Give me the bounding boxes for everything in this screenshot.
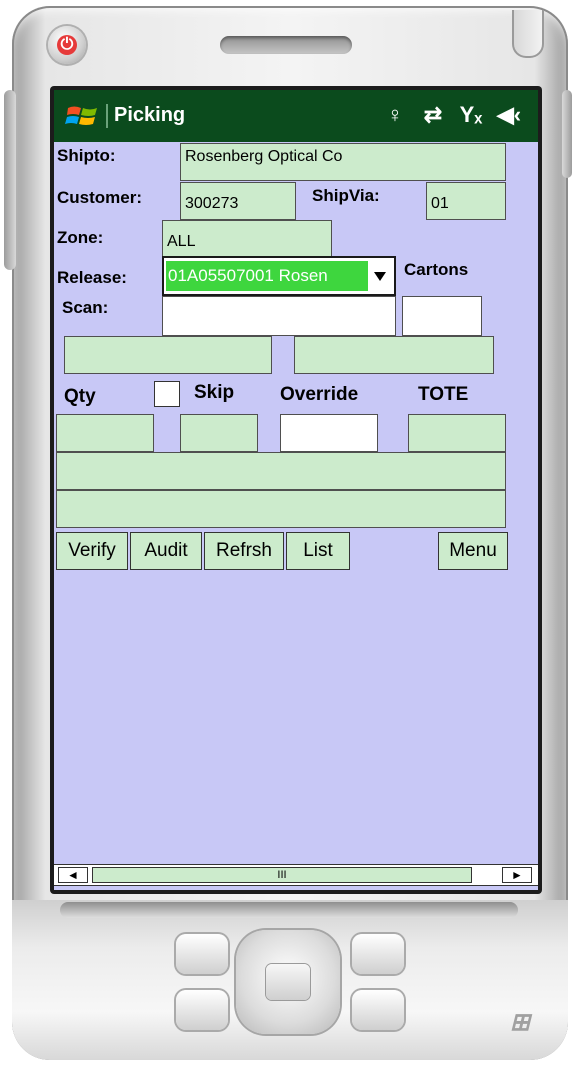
scroll-left-arrow-icon[interactable]: ◄ <box>58 867 88 883</box>
customer-label: Customer: <box>57 188 143 207</box>
shipto-field: Rosenberg Optical Co <box>180 143 506 181</box>
horizontal-scrollbar[interactable]: ◄ III ► <box>54 864 538 886</box>
refresh-button[interactable]: Refrsh <box>204 532 284 570</box>
zone-label: Zone: <box>57 228 104 247</box>
hardware-bar <box>60 902 518 918</box>
override-input[interactable] <box>280 414 378 452</box>
dpad[interactable] <box>236 930 340 1034</box>
release-selected-value: 01A05507001 Rosen <box>166 261 368 291</box>
shipvia-label: ShipVia: <box>312 186 380 205</box>
release-dropdown[interactable]: 01A05507001 Rosen <box>162 256 396 296</box>
dpad-center-button[interactable] <box>266 964 310 1000</box>
skip-field <box>180 414 258 452</box>
status-icons: ♀ ⇄ Yₓ ◀‹ <box>382 102 522 128</box>
list-button[interactable]: List <box>286 532 350 570</box>
power-button[interactable]: ⏻ <box>48 26 86 64</box>
title-separator <box>106 104 108 128</box>
cartons-label: Cartons <box>404 260 469 279</box>
chevron-down-icon[interactable] <box>374 272 386 281</box>
tote-field <box>408 414 506 452</box>
description-field-2 <box>56 490 506 528</box>
override-label: Override <box>280 384 359 405</box>
scroll-right-arrow-icon[interactable]: ► <box>502 867 532 883</box>
end-call-red-icon[interactable] <box>352 990 404 1030</box>
app-title: Picking <box>114 104 186 126</box>
customer-field: 300273 <box>180 182 296 220</box>
description-field-1 <box>56 452 506 490</box>
release-label: Release: <box>57 268 127 287</box>
scroll-thumb[interactable]: III <box>92 867 472 883</box>
qty-label: Qty <box>64 386 96 407</box>
tote-label: TOTE <box>418 384 469 405</box>
cartons-input[interactable] <box>402 296 482 336</box>
call-green-icon[interactable] <box>176 990 228 1030</box>
screen: Picking ♀ ⇄ Yₓ ◀‹ Shipto: Rosenberg Opti… <box>54 90 538 890</box>
windows-logo-icon: ⊞ <box>510 1009 531 1036</box>
volume-mute-icon[interactable]: ◀‹ <box>496 102 522 128</box>
info-field-right <box>294 336 494 374</box>
signal-off-icon[interactable]: Yₓ <box>458 102 484 128</box>
speaker-grille <box>220 36 352 54</box>
side-button-left[interactable] <box>4 90 16 270</box>
stylus-slot <box>512 10 544 58</box>
shipvia-field: 01 <box>426 182 506 220</box>
menu-button[interactable]: Menu <box>438 532 508 570</box>
info-field-left <box>64 336 272 374</box>
power-icon: ⏻ <box>57 35 77 55</box>
skip-checkbox[interactable] <box>154 381 180 407</box>
verify-button[interactable]: Verify <box>56 532 128 570</box>
calendar-key-icon[interactable] <box>352 934 404 974</box>
antenna-icon[interactable]: ♀ <box>382 102 408 128</box>
contacts-key-icon[interactable] <box>176 934 228 974</box>
audit-button[interactable]: Audit <box>130 532 202 570</box>
qty-field <box>56 414 154 452</box>
title-bar: Picking ♀ ⇄ Yₓ ◀‹ <box>54 90 538 142</box>
sync-icon[interactable]: ⇄ <box>420 102 446 128</box>
windows-start-icon[interactable] <box>64 102 102 130</box>
shipto-label: Shipto: <box>57 146 116 165</box>
zone-field: ALL <box>162 220 332 258</box>
side-button-right[interactable] <box>562 90 572 178</box>
scan-input[interactable] <box>162 296 396 336</box>
skip-label: Skip <box>194 382 235 403</box>
scan-label: Scan: <box>62 298 109 317</box>
